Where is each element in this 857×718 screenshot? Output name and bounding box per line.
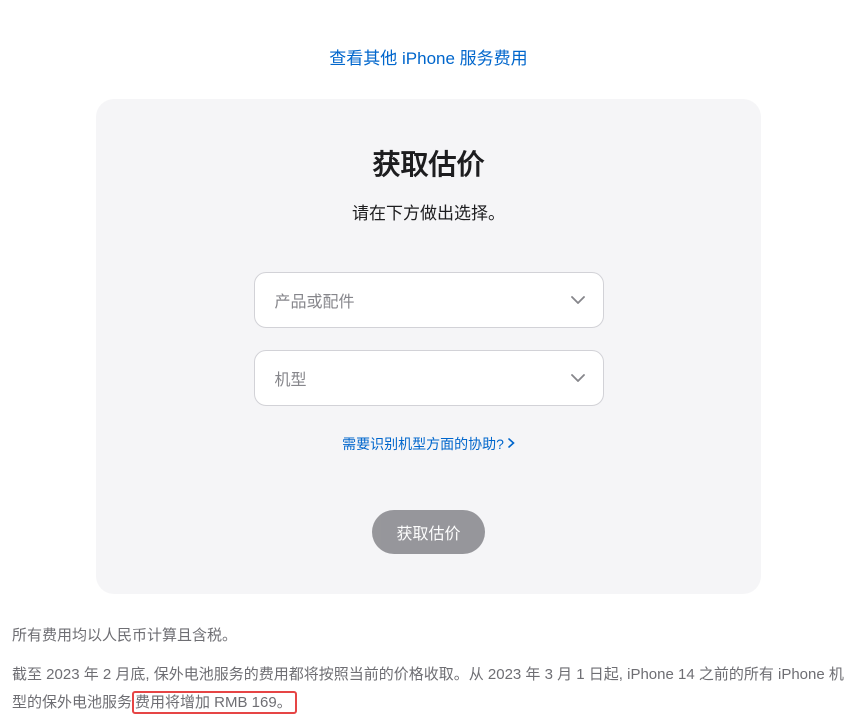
estimate-card: 获取估价 请在下方做出选择。 产品或配件 机型 需要识别机型方面的协助? 获取估… — [96, 99, 761, 594]
product-select-placeholder: 产品或配件 — [275, 288, 355, 312]
card-title: 获取估价 — [136, 143, 721, 183]
chevron-right-icon — [508, 437, 515, 451]
model-select[interactable]: 机型 — [254, 350, 604, 406]
footer-notes: 所有费用均以人民币计算且含税。 截至 2023 年 2 月底, 保外电池服务的费… — [0, 594, 857, 718]
chevron-down-icon — [571, 369, 585, 387]
footer-line-2: 截至 2023 年 2 月底, 保外电池服务的费用都将按照当前的价格收取。从 2… — [12, 661, 845, 718]
help-link-text: 需要识别机型方面的协助? — [342, 434, 504, 454]
card-subtitle: 请在下方做出选择。 — [136, 199, 721, 224]
get-estimate-button[interactable]: 获取估价 — [372, 510, 484, 554]
identify-model-help-link[interactable]: 需要识别机型方面的协助? — [342, 434, 515, 454]
other-iphone-service-link[interactable]: 查看其他 iPhone 服务费用 — [0, 0, 857, 99]
price-highlight-annotation: 费用将增加 RMB 169。 — [132, 691, 297, 714]
model-select-placeholder: 机型 — [275, 366, 307, 390]
product-select[interactable]: 产品或配件 — [254, 272, 604, 328]
chevron-down-icon — [571, 291, 585, 309]
footer-line-1: 所有费用均以人民币计算且含税。 — [12, 622, 845, 651]
